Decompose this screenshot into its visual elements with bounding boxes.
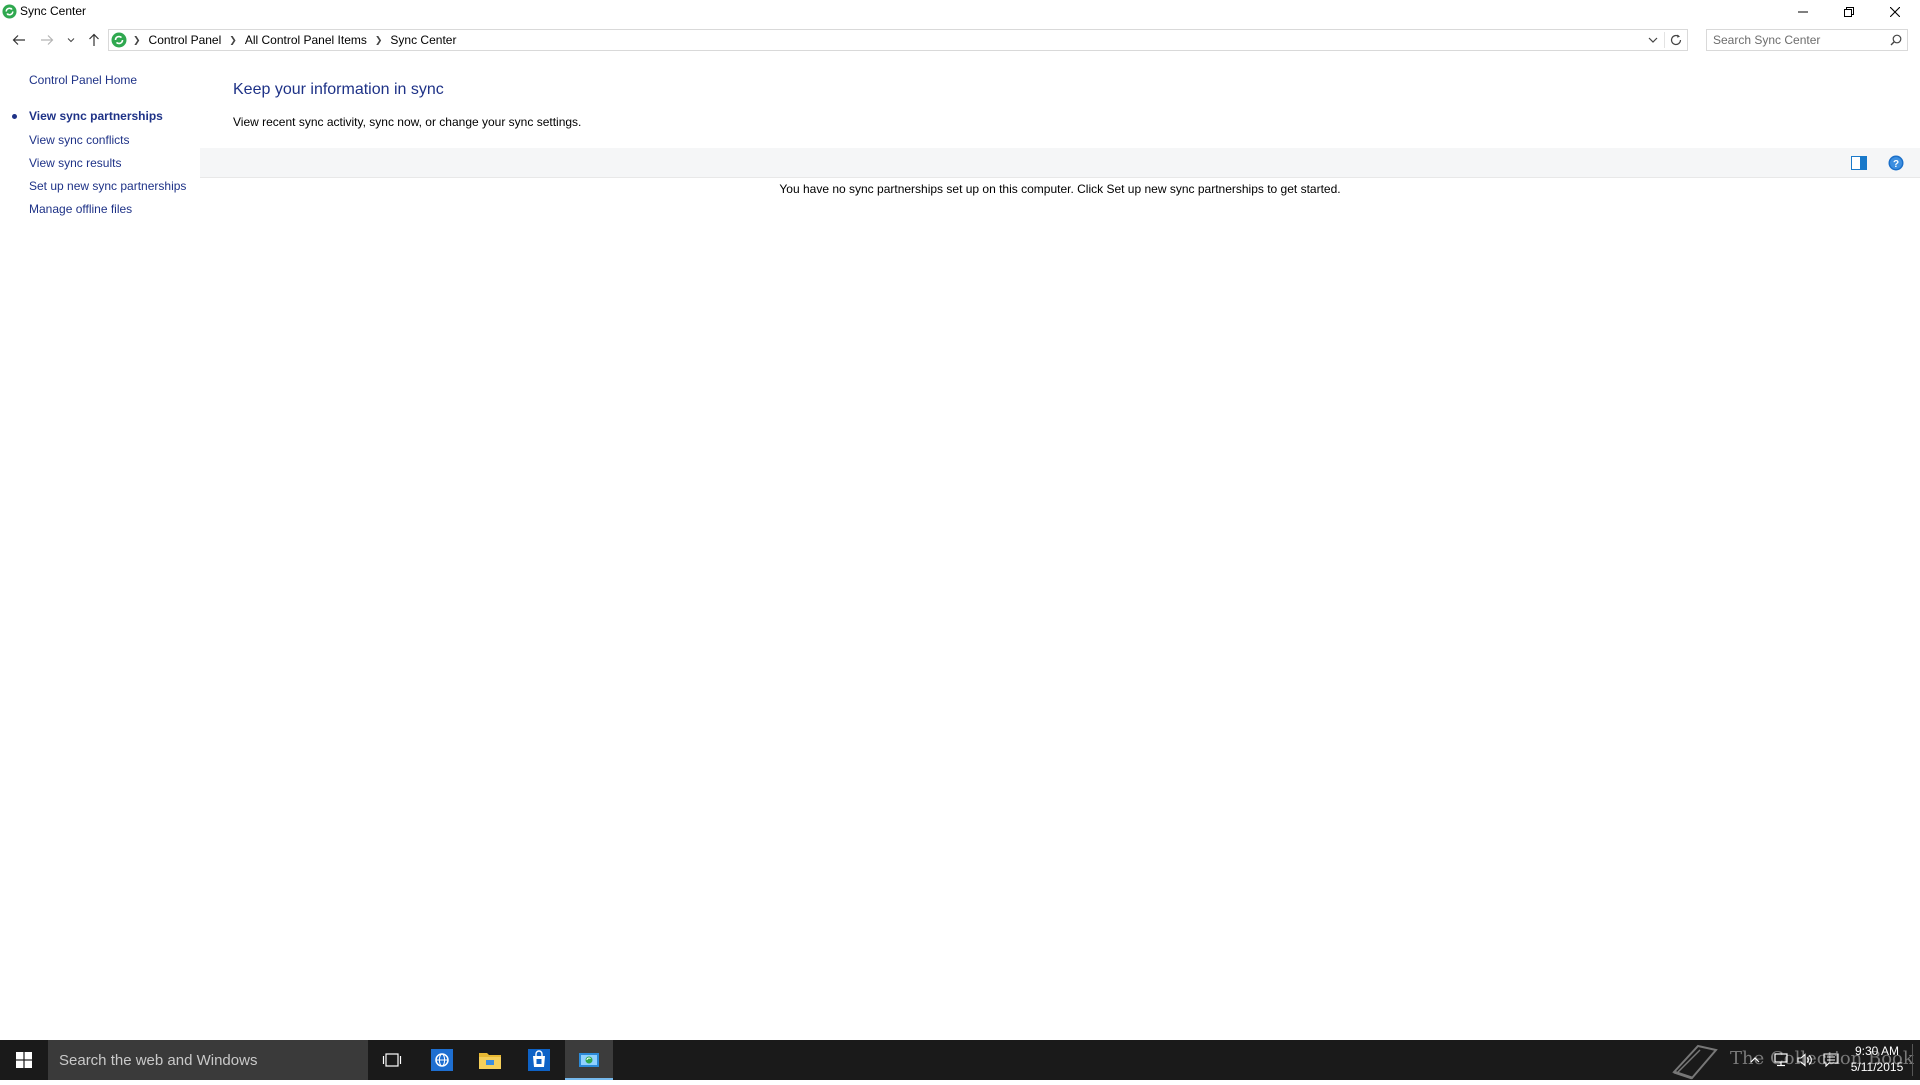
breadcrumb-separator-icon[interactable]: ❯ [133, 35, 141, 46]
search-box[interactable] [1706, 29, 1908, 51]
breadcrumb: ❯ Control Panel ❯ All Control Panel Item… [133, 33, 456, 47]
chevron-up-icon [1750, 1057, 1760, 1063]
page-title: Keep your information in sync [233, 81, 444, 98]
windows-logo-icon [16, 1052, 32, 1068]
breadcrumb-all-items[interactable]: All Control Panel Items [245, 33, 367, 47]
task-view-icon [382, 1053, 402, 1067]
breadcrumb-separator-icon[interactable]: ❯ [229, 35, 237, 46]
breadcrumb-sync-center[interactable]: Sync Center [390, 33, 456, 47]
taskbar: Search the web and Windows The Collectio… [0, 1040, 1920, 1080]
sync-center-icon [579, 1053, 599, 1067]
search-input[interactable] [1713, 32, 1881, 48]
internet-explorer-button[interactable] [418, 1040, 466, 1080]
book-watermark-icon [1672, 1044, 1718, 1080]
preview-pane-icon[interactable] [1851, 156, 1867, 170]
left-task-pane: Control Panel Home View sync partnership… [0, 60, 200, 1038]
empty-state-message: You have no sync partnerships set up on … [779, 182, 1341, 196]
window-title: Sync Center [20, 4, 87, 18]
back-button[interactable] [8, 28, 30, 52]
action-center-icon [1823, 1053, 1839, 1067]
recent-locations-button[interactable] [64, 28, 78, 52]
network-icon [1774, 1053, 1788, 1067]
control-panel-home-link[interactable]: Control Panel Home [29, 73, 137, 87]
file-explorer-button[interactable] [466, 1040, 514, 1080]
speaker-icon [1797, 1053, 1812, 1067]
clock-time: 9:30 AM [1854, 1044, 1900, 1058]
task-view-button[interactable] [368, 1040, 416, 1080]
address-bar[interactable]: ❯ Control Panel ❯ All Control Panel Item… [108, 29, 1688, 51]
network-tray-button[interactable] [1772, 1040, 1790, 1080]
sync-center-taskbar-button[interactable] [565, 1040, 613, 1080]
active-bullet-icon [12, 114, 17, 119]
forward-arrow-icon [41, 35, 54, 45]
show-hidden-icons-button[interactable] [1748, 1040, 1762, 1080]
sidebar-item-manage-offline-files[interactable]: Manage offline files [29, 202, 132, 216]
restore-button[interactable] [1826, 0, 1872, 24]
store-icon [528, 1049, 550, 1071]
sidebar-item-set-up-sync-partnerships[interactable]: Set up new sync partnerships [29, 179, 186, 193]
minimize-button[interactable] [1780, 0, 1826, 24]
title-bar: Sync Center [0, 0, 1920, 24]
start-button[interactable] [0, 1040, 48, 1080]
page-description: View recent sync activity, sync now, or … [233, 115, 582, 129]
taskbar-search-box[interactable]: Search the web and Windows [48, 1040, 368, 1080]
chevron-down-icon [67, 38, 75, 43]
sidebar-item-view-sync-partnerships[interactable]: View sync partnerships [29, 109, 163, 123]
back-arrow-icon [12, 35, 25, 45]
internet-explorer-icon [431, 1049, 453, 1071]
svg-text:?: ? [1893, 159, 1899, 170]
up-button[interactable] [83, 28, 105, 52]
address-dropdown-icon[interactable] [1647, 34, 1659, 46]
file-explorer-icon [479, 1053, 501, 1069]
breadcrumb-control-panel[interactable]: Control Panel [149, 33, 222, 47]
close-button[interactable] [1872, 0, 1918, 24]
close-icon [1890, 7, 1900, 17]
navigation-bar: ❯ Control Panel ❯ All Control Panel Item… [0, 28, 1920, 52]
main-content: Keep your information in sync View recen… [200, 60, 1920, 1038]
breadcrumb-separator-icon[interactable]: ❯ [375, 35, 383, 46]
restore-icon [1844, 7, 1854, 17]
taskbar-search-label: Search the web and Windows [59, 1052, 258, 1069]
help-icon[interactable]: ? [1888, 155, 1904, 171]
sidebar-item-view-sync-conflicts[interactable]: View sync conflicts [29, 133, 129, 147]
forward-button[interactable] [36, 28, 58, 52]
refresh-icon[interactable] [1669, 33, 1683, 47]
clock-date: 5/11/2015 [1850, 1060, 1904, 1074]
search-icon[interactable] [1890, 34, 1902, 46]
command-bar: ? [200, 148, 1920, 178]
address-divider [1664, 32, 1665, 48]
action-center-button[interactable] [1822, 1040, 1840, 1080]
store-button[interactable] [515, 1040, 563, 1080]
show-desktop-button[interactable] [1912, 1044, 1913, 1076]
volume-tray-button[interactable] [1796, 1040, 1814, 1080]
sync-center-location-icon [111, 32, 127, 48]
minimize-icon [1798, 11, 1808, 13]
up-arrow-icon [89, 33, 99, 46]
sidebar-item-view-sync-results[interactable]: View sync results [29, 156, 121, 170]
taskbar-clock[interactable]: 9:30 AM 5/11/2015 [1848, 1043, 1906, 1075]
sync-center-app-icon [2, 4, 17, 19]
